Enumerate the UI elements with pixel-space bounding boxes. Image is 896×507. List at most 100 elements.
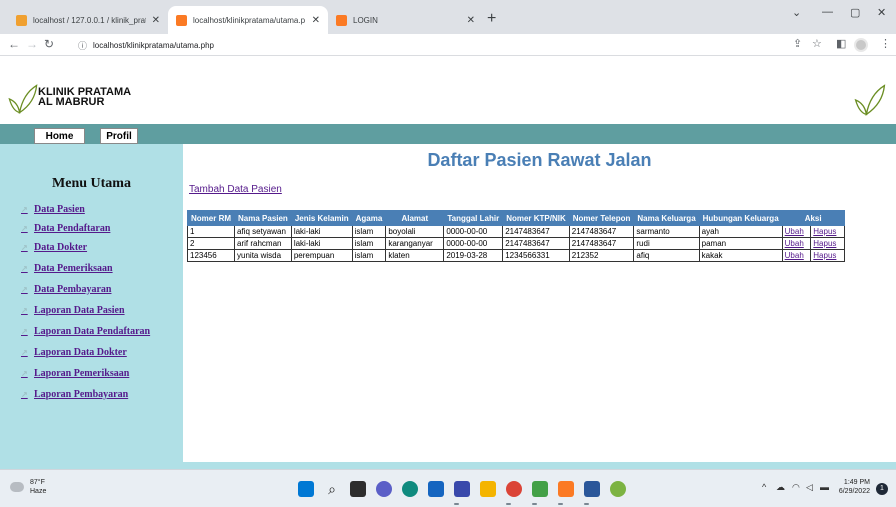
sidebar-item-label: Data Pendaftaran bbox=[34, 222, 111, 234]
reload-icon[interactable]: ↻ bbox=[44, 37, 54, 51]
teams-chat-icon[interactable] bbox=[376, 481, 392, 497]
close-icon[interactable]: ✕ bbox=[467, 15, 475, 26]
weather-condition: Haze bbox=[30, 488, 47, 495]
forward-icon[interactable]: → bbox=[26, 37, 38, 51]
edit-link[interactable]: Ubah bbox=[785, 239, 804, 248]
delete-link[interactable]: Hapus bbox=[813, 251, 836, 260]
store-icon[interactable] bbox=[454, 481, 470, 497]
file-explorer-icon[interactable] bbox=[480, 481, 496, 497]
column-header: Nama Keluarga bbox=[633, 210, 700, 226]
app-icon[interactable] bbox=[532, 481, 548, 497]
xampp-icon[interactable] bbox=[558, 481, 574, 497]
table-cell: islam bbox=[351, 249, 387, 262]
home-button[interactable]: Home bbox=[34, 128, 85, 144]
window-close-icon[interactable]: ✕ bbox=[877, 6, 886, 19]
browser-tab-strip: localhost / 127.0.0.1 / klinik_prat ✕ lo… bbox=[0, 0, 896, 34]
table-cell: perempuan bbox=[290, 249, 353, 262]
table-cell: laki-laki bbox=[290, 225, 353, 238]
table-cell: klaten bbox=[385, 249, 445, 262]
main-content: Daftar Pasien Rawat Jalan Tambah Data Pa… bbox=[183, 144, 896, 462]
table-cell: ayah bbox=[698, 225, 783, 238]
battery-icon[interactable]: ▬ bbox=[820, 482, 829, 492]
sidebar-item-label: Laporan Data Pasien bbox=[34, 304, 125, 316]
info-icon[interactable]: ⓘ bbox=[78, 39, 87, 52]
sidebar-item-data-pemeriksaan[interactable]: ↗ Data Pemeriksaan bbox=[21, 261, 113, 275]
close-icon[interactable]: ✕ bbox=[312, 15, 320, 26]
column-header: Jenis Kelamin bbox=[290, 210, 353, 226]
maximize-icon[interactable]: ▢ bbox=[850, 6, 860, 19]
address-bar[interactable]: ⓘ localhost/klinikpratama/utama.php bbox=[78, 36, 798, 54]
page: KLINIK PRATAMA AL MABRUR Home Profil Men… bbox=[0, 74, 896, 469]
chevron-up-icon[interactable]: ^ bbox=[762, 482, 766, 492]
volume-icon[interactable]: ◁ bbox=[806, 482, 813, 493]
tab-phpmyadmin[interactable]: localhost / 127.0.0.1 / klinik_prat ✕ bbox=[8, 6, 168, 34]
table-row: 123456 yunita wisda perempuan islam klat… bbox=[186, 249, 845, 262]
sidebar-title: Menu Utama bbox=[52, 176, 131, 191]
delete-link[interactable]: Hapus bbox=[813, 239, 836, 248]
mail-icon[interactable] bbox=[428, 481, 444, 497]
windows-start-icon[interactable] bbox=[298, 481, 314, 497]
delete-link[interactable]: Hapus bbox=[813, 227, 836, 236]
sidepanel-icon[interactable]: ◧ bbox=[836, 37, 846, 50]
word-icon[interactable] bbox=[584, 481, 600, 497]
table-cell: islam bbox=[351, 237, 387, 250]
profile-avatar[interactable] bbox=[854, 38, 868, 52]
column-header: Agama bbox=[351, 210, 387, 226]
minimize-icon[interactable]: — bbox=[822, 6, 833, 18]
column-header: Aksi bbox=[781, 210, 845, 226]
menu-icon[interactable]: ⋮ bbox=[880, 37, 891, 50]
sidebar-item-label: Laporan Pembayaran bbox=[34, 388, 129, 400]
edit-cell: Ubah bbox=[781, 237, 812, 250]
sidebar-item-laporan-data-pasien[interactable]: ↗ Laporan Data Pasien bbox=[21, 303, 125, 317]
sidebar-item-data-pendaftaran[interactable]: ↗ Data Pendaftaran bbox=[21, 221, 111, 235]
column-header: Nomer KTP/NIK bbox=[502, 210, 570, 226]
column-header: Nomer RM bbox=[186, 210, 236, 226]
table-cell: sarmanto bbox=[633, 225, 700, 238]
clock[interactable]: 1:49 PM 6/29/2022 bbox=[834, 478, 870, 496]
table-cell: 123456 bbox=[186, 249, 236, 262]
new-tab-icon[interactable]: + bbox=[487, 10, 496, 28]
table-cell: 0000-00-00 bbox=[443, 225, 504, 238]
app-icon[interactable] bbox=[610, 481, 626, 497]
sidebar-item-laporan-data-pendaftaran[interactable]: ↗ Laporan Data Pendaftaran bbox=[21, 324, 151, 338]
sidebar-item-label: Data Pembayaran bbox=[34, 283, 112, 295]
sidebar-item-laporan-data-dokter[interactable]: ↗ Laporan Data Dokter bbox=[21, 345, 127, 359]
onedrive-icon[interactable]: ☁ bbox=[776, 482, 785, 493]
table-cell: boyolali bbox=[385, 225, 445, 238]
task-view-icon[interactable] bbox=[350, 481, 366, 497]
back-icon[interactable]: ← bbox=[8, 37, 20, 51]
profil-button[interactable]: Profil bbox=[100, 128, 138, 144]
table-cell: 1 bbox=[186, 225, 236, 238]
bookmark-star-icon[interactable]: ☆ bbox=[812, 37, 822, 50]
table-cell: arif rahcman bbox=[234, 237, 292, 250]
notification-badge[interactable]: 1 bbox=[876, 483, 888, 495]
edit-link[interactable]: Ubah bbox=[785, 227, 804, 236]
tab-login[interactable]: LOGIN ✕ bbox=[328, 6, 483, 34]
search-icon[interactable]: ⌕ bbox=[324, 481, 340, 497]
sidebar-item-label: Laporan Data Pendaftaran bbox=[34, 325, 151, 337]
arrow-icon: ↗ bbox=[21, 305, 28, 315]
tab-search-icon[interactable]: ⌄ bbox=[792, 6, 801, 19]
add-patient-link[interactable]: Tambah Data Pasien bbox=[189, 184, 282, 195]
tab-utama[interactable]: localhost/klinikpratama/utama.p ✕ bbox=[168, 6, 328, 34]
edge-icon[interactable] bbox=[402, 481, 418, 497]
weather-widget[interactable]: 87°F Haze bbox=[30, 478, 46, 496]
table-cell: 2147483647 bbox=[502, 225, 570, 238]
sidebar-item-laporan-pembayaran[interactable]: ↗ Laporan Pembayaran bbox=[21, 387, 129, 401]
chrome-icon[interactable] bbox=[506, 481, 522, 497]
sidebar-item-data-pembayaran[interactable]: ↗ Data Pembayaran bbox=[21, 282, 112, 296]
taskbar: 87°F Haze ⌕ ^ ☁ ◠ ◁ ▬ 1:49 PM 6/29/2022 … bbox=[0, 469, 896, 507]
delete-cell: Hapus bbox=[810, 225, 845, 238]
sidebar-item-data-dokter[interactable]: ↗ Data Dokter bbox=[21, 240, 87, 254]
wifi-icon[interactable]: ◠ bbox=[792, 482, 800, 493]
running-indicator bbox=[558, 503, 563, 505]
sidebar-item-laporan-pemeriksaan[interactable]: ↗ Laporan Pemeriksaan bbox=[21, 366, 129, 380]
table-cell: afiq bbox=[633, 249, 700, 262]
haze-icon[interactable] bbox=[10, 482, 24, 492]
share-icon[interactable]: ⇪ bbox=[793, 37, 802, 50]
table-cell: 0000-00-00 bbox=[443, 237, 504, 250]
edit-link[interactable]: Ubah bbox=[785, 251, 804, 260]
table-cell: laki-laki bbox=[290, 237, 353, 250]
sidebar-item-data-pasien[interactable]: ↗ Data Pasien bbox=[21, 202, 85, 216]
close-icon[interactable]: ✕ bbox=[152, 15, 160, 26]
